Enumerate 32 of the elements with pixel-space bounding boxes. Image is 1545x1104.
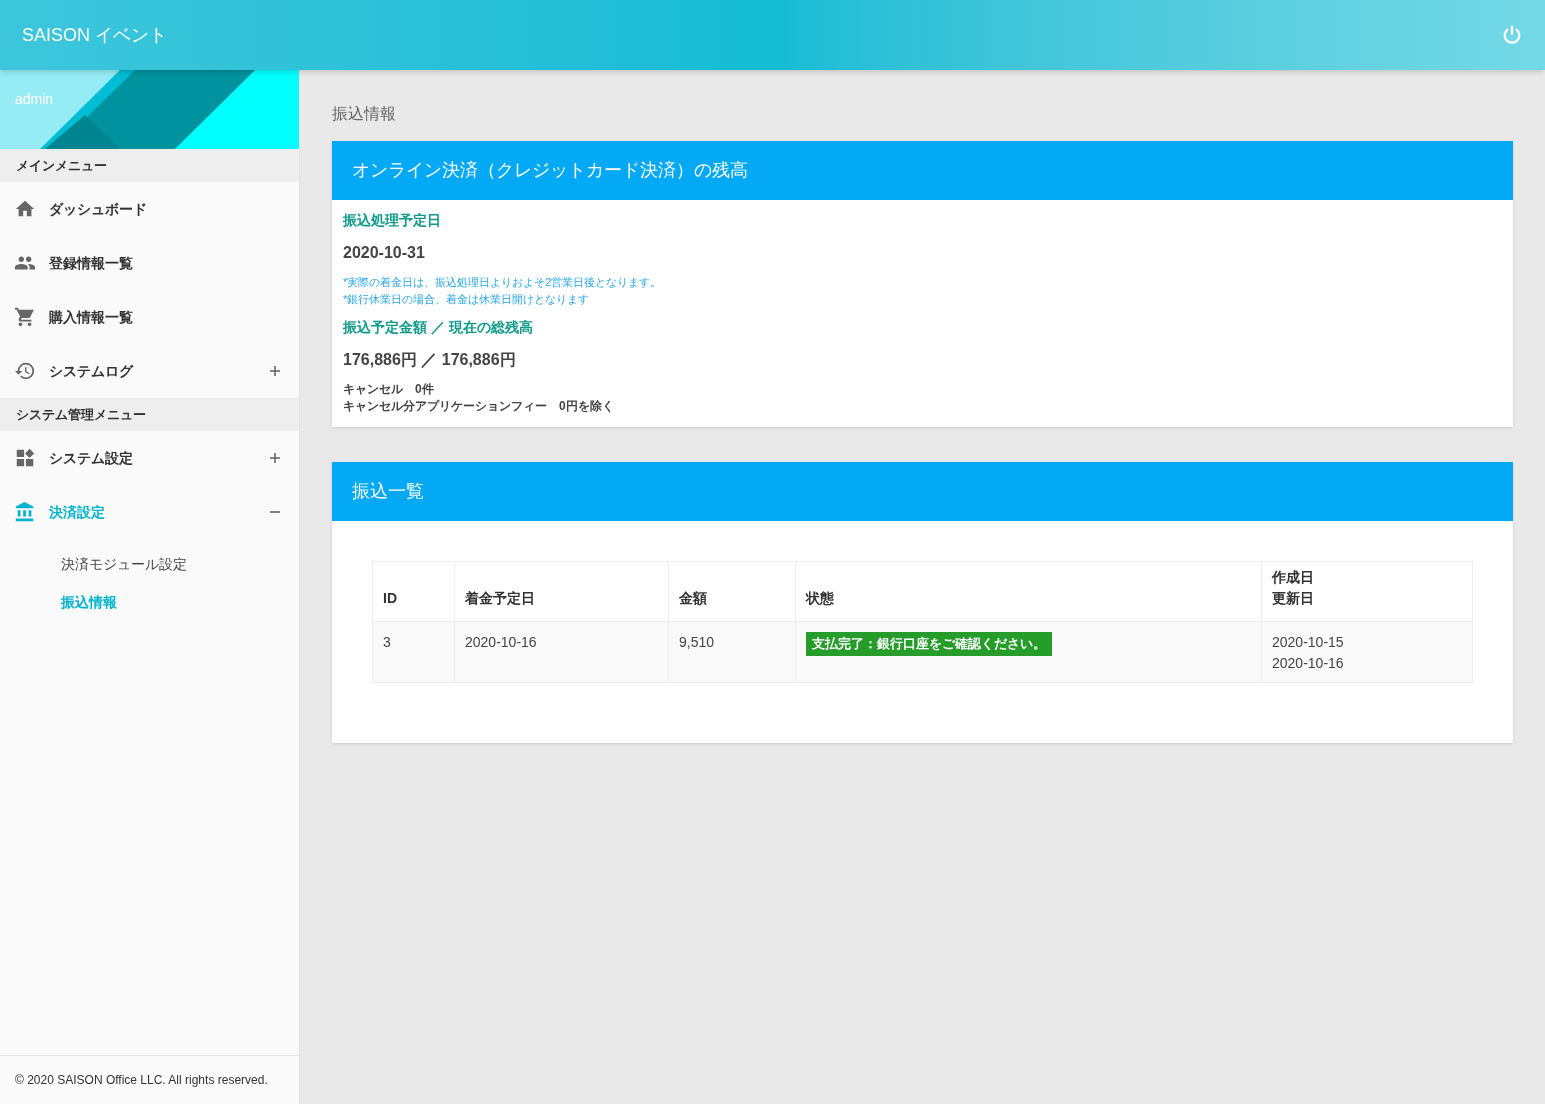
note-text: *実際の着金日は、振込処理日よりおよそ2営業日後となります。 [343,275,663,290]
section-label: 振込処理予定日 [343,211,442,230]
menu-item[interactable]: 購入情報一覧 [0,290,299,344]
balance-amount: 176,886円 ／ 176,886円 [343,350,517,370]
card-header: 振込一覧 [332,462,1513,521]
history-icon [14,360,36,382]
transfer-date: 2020-10-31 [343,243,426,263]
power-icon[interactable] [1501,24,1523,46]
menu-item[interactable]: ダッシュボード [0,182,299,236]
table-cell: 9,510 [668,621,796,683]
section-label: 振込予定金額 ／ 現在の総残高 [343,318,534,337]
table-cell: 3 [372,621,455,683]
menu-section-header: メインメニュー [0,149,299,182]
bank-icon [14,501,36,523]
table-cell: 2020-10-16 [454,621,669,683]
submenu-item[interactable]: 決済モジュール設定 [0,545,299,583]
menu-item[interactable]: システムログ [0,344,299,398]
detail-text: キャンセル分アプリケーションフィー 0円を除く [343,398,615,415]
menu-section-header: システム管理メニュー [0,398,299,431]
status-badge: 支払完了：銀行口座をご確認ください。 [806,632,1052,656]
page-title: 振込情報 [332,104,397,124]
menu-item[interactable]: 登録情報一覧 [0,236,299,290]
detail-text: キャンセル 0件 [343,381,435,398]
card-header: オンライン決済（クレジットカード決済）の残高 [332,141,1513,200]
user-name: admin [15,90,54,109]
table-cell: 2020-10-15 2020-10-16 [1261,621,1473,683]
menu-item[interactable]: システム設定 [0,431,299,485]
copyright-text: © 2020 SAISON Office LLC. All rights reserved. [15,1072,268,1089]
dashboard-icon [14,447,36,469]
note-text: *銀行休業日の場合、着金は休業日開けとなります [343,292,591,307]
app-title: SAISON イベント [22,23,168,47]
cart-icon [14,306,36,328]
